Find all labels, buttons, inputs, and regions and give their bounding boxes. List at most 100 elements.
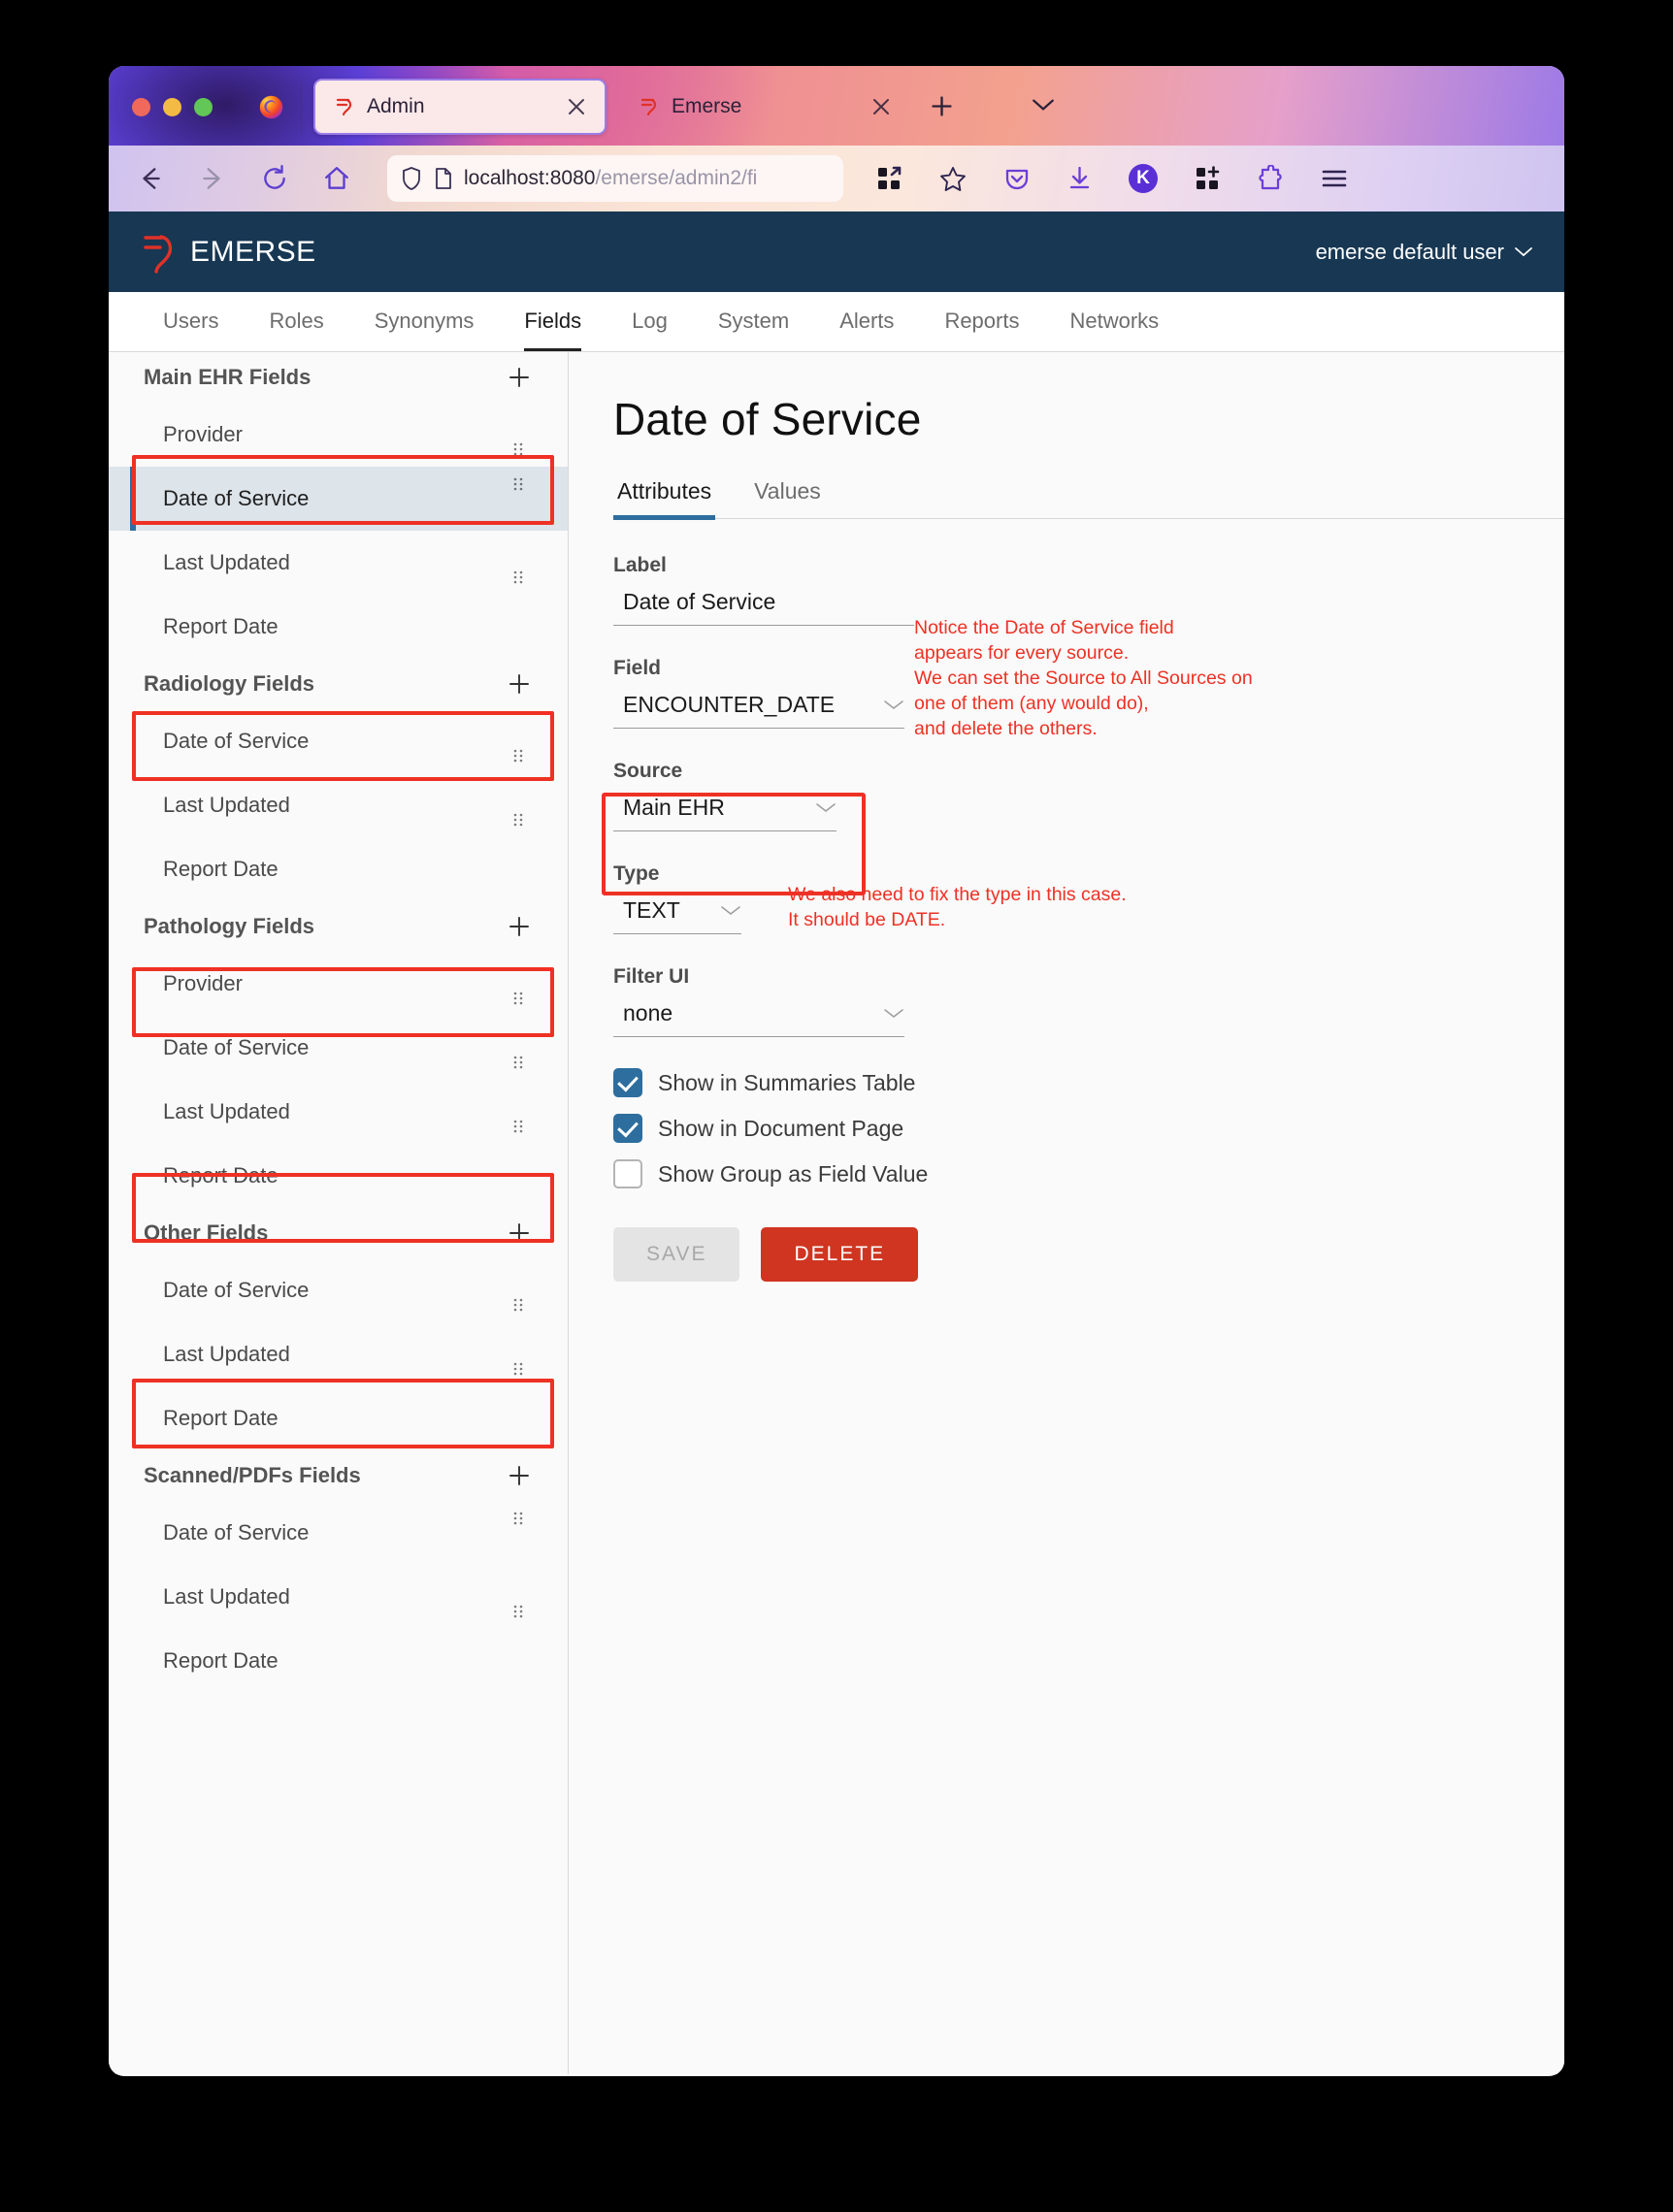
label-caption: Label [613, 554, 667, 576]
group-header-main-ehr: Main EHR Fields [109, 352, 568, 403]
tab-log[interactable]: Log [607, 291, 693, 351]
browser-tab-strip: Admin Emerse [109, 66, 1564, 146]
drag-handle-icon[interactable] [511, 569, 525, 585]
drag-handle-icon[interactable] [511, 1119, 525, 1134]
add-field-icon[interactable] [508, 1464, 531, 1487]
field-detail-panel: Date of Service Attributes Values Label … [569, 352, 1564, 2074]
add-field-icon[interactable] [508, 672, 531, 696]
browser-tab-emerse[interactable]: Emerse [618, 79, 911, 135]
checkbox-row-show-group-as-field-value[interactable]: Show Group as Field Value [613, 1159, 1215, 1188]
save-button[interactable]: SAVE [613, 1227, 740, 1282]
checkbox-row-show-in-summaries[interactable]: Show in Summaries Table [613, 1068, 1215, 1097]
url-bar[interactable]: localhost:8080/emerse/admin2/fi [387, 155, 843, 202]
bookmark-star-icon[interactable] [938, 165, 968, 193]
filter-ui-select[interactable]: none [613, 996, 904, 1037]
field-label: Date of Service [163, 1035, 310, 1059]
checkbox-row-show-in-document-page[interactable]: Show in Document Page [613, 1114, 1215, 1143]
drag-handle-icon[interactable] [511, 748, 525, 764]
drag-handle-icon[interactable] [511, 991, 525, 1006]
brand[interactable]: EMERSE [142, 231, 316, 274]
forward-icon[interactable] [198, 164, 227, 193]
app-menu-icon[interactable] [1320, 167, 1349, 190]
label-input[interactable]: Date of Service [613, 585, 943, 626]
tab-users[interactable]: Users [138, 291, 244, 351]
extension-puzzle-icon[interactable] [1257, 165, 1284, 192]
sidebar-field-provider[interactable]: Provider [109, 403, 568, 467]
attributes-form: Label Date of Service Field ENCOUNTER_DA… [602, 519, 1283, 1282]
drag-handle-icon[interactable] [511, 1297, 525, 1313]
field-label: Last Updated [163, 1342, 290, 1366]
sidebar-field-provider[interactable]: Provider [109, 952, 568, 1016]
drag-handle-icon[interactable] [511, 476, 525, 492]
browser-toolbar-icons: K [875, 146, 1349, 211]
browser-tab-title: Emerse [672, 95, 742, 117]
tab-fields[interactable]: Fields [499, 291, 607, 351]
sidebar-field-date-of-service-main-ehr[interactable]: Date of Service [109, 467, 568, 531]
group-header-other: Other Fields [109, 1208, 568, 1258]
show-group-as-field-value-checkbox[interactable] [613, 1159, 642, 1188]
sidebar-field-date-of-service-radiology[interactable]: Date of Service [109, 709, 568, 773]
shield-icon[interactable] [401, 166, 422, 191]
field-label: Report Date [163, 614, 279, 638]
field-label: Date of Service [163, 1278, 310, 1302]
drag-handle-icon[interactable] [511, 1511, 525, 1526]
close-window-button[interactable] [132, 98, 150, 116]
user-menu[interactable]: emerse default user [1316, 240, 1533, 265]
tab-system[interactable]: System [693, 291, 814, 351]
drag-handle-icon[interactable] [511, 441, 525, 457]
firefox-view-icon[interactable] [875, 165, 902, 192]
close-icon[interactable] [566, 96, 587, 117]
home-icon[interactable] [322, 164, 351, 193]
sidebar-field-report-date[interactable]: Report Date [109, 1144, 568, 1208]
sidebar-field-last-updated[interactable]: Last Updated [109, 531, 568, 595]
window-controls[interactable] [132, 98, 213, 116]
field-label: Date of Service [163, 1520, 310, 1545]
field-select[interactable]: ENCOUNTER_DATE [613, 688, 904, 729]
account-avatar[interactable]: K [1129, 164, 1158, 193]
reload-icon[interactable] [260, 164, 289, 193]
emerse-favicon-icon [336, 98, 352, 116]
tab-attributes[interactable]: Attributes [613, 478, 716, 520]
tab-networks[interactable]: Networks [1044, 291, 1184, 351]
show-in-document-page-checkbox[interactable] [613, 1114, 642, 1143]
add-field-icon[interactable] [508, 915, 531, 938]
sidebar-field-date-of-service-pathology[interactable]: Date of Service [109, 1016, 568, 1080]
tab-alerts[interactable]: Alerts [814, 291, 919, 351]
sidebar-field-date-of-service-other[interactable]: Date of Service [109, 1258, 568, 1322]
download-icon[interactable] [1066, 165, 1093, 192]
show-in-summaries-checkbox[interactable] [613, 1068, 642, 1097]
tab-values[interactable]: Values [750, 478, 825, 518]
tab-synonyms[interactable]: Synonyms [349, 291, 500, 351]
back-icon[interactable] [136, 164, 165, 193]
add-field-icon[interactable] [508, 1221, 531, 1245]
extensions-grid-icon[interactable] [1194, 165, 1221, 192]
tab-reports[interactable]: Reports [919, 291, 1044, 351]
drag-handle-icon[interactable] [511, 1604, 525, 1619]
browser-tab-admin[interactable]: Admin [313, 79, 607, 135]
sidebar-field-report-date[interactable]: Report Date [109, 1386, 568, 1450]
minimize-window-button[interactable] [163, 98, 181, 116]
list-all-tabs-chevron-down-icon[interactable] [1031, 97, 1056, 113]
type-select-value: TEXT [623, 897, 680, 923]
page-icon[interactable] [434, 167, 452, 190]
close-icon[interactable] [870, 96, 892, 117]
sidebar-field-last-updated[interactable]: Last Updated [109, 1322, 568, 1386]
drag-handle-icon[interactable] [511, 812, 525, 828]
drag-handle-icon[interactable] [511, 1361, 525, 1377]
add-field-icon[interactable] [508, 366, 531, 389]
sidebar-field-date-of-service-scanned[interactable]: Date of Service [109, 1501, 568, 1565]
source-select[interactable]: Main EHR [613, 791, 836, 831]
type-select[interactable]: TEXT [613, 894, 741, 934]
drag-handle-icon[interactable] [511, 1055, 525, 1070]
new-tab-icon[interactable] [929, 93, 955, 119]
tab-roles[interactable]: Roles [244, 291, 348, 351]
sidebar-field-report-date[interactable]: Report Date [109, 595, 568, 659]
delete-button[interactable]: DELETE [761, 1227, 919, 1282]
sidebar-field-last-updated[interactable]: Last Updated [109, 773, 568, 837]
sidebar-field-last-updated[interactable]: Last Updated [109, 1080, 568, 1144]
maximize-window-button[interactable] [194, 98, 213, 116]
sidebar-field-report-date[interactable]: Report Date [109, 1629, 568, 1693]
sidebar-field-last-updated[interactable]: Last Updated [109, 1565, 568, 1629]
pocket-icon[interactable] [1003, 165, 1031, 192]
sidebar-field-report-date[interactable]: Report Date [109, 837, 568, 901]
